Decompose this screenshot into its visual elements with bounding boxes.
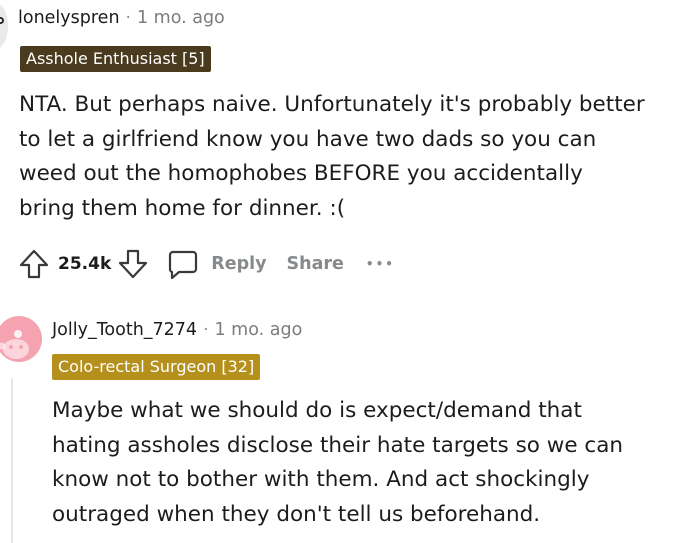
vote-count: 25.4k [58,254,112,274]
comment-bubble-icon [167,248,199,280]
comment-body-line: hating assholes disclose their hate targ… [52,432,624,458]
comment-body-line: Maybe what we should do is expect/demand… [52,398,582,423]
reply-button[interactable]: Reply [167,248,267,280]
avatar[interactable] [0,4,8,48]
comment-body-line: NTA. But perhaps naive. Unfortunately it… [19,92,645,117]
snoo-avatar-icon [0,17,4,24]
downvote-arrow-icon[interactable] [117,248,149,280]
comment-body-line: weed out the homophobes BEFORE you accid… [19,161,583,186]
comment-action-bar: 25.4k Reply Share ••• [18,246,395,282]
comment-body-line: bring them home for dinner. :( [19,195,346,221]
username-link[interactable]: Jolly_Tooth_7274 [52,320,197,340]
snoo-avatar-icon [0,330,29,359]
comment-body-line: know not to bother with them. And act sh… [52,467,590,492]
upvote-arrow-icon[interactable] [18,248,50,280]
share-button[interactable]: Share [287,254,344,274]
meta-separator: · [203,320,209,340]
comment-body-line: outraged when they don't tell us beforeh… [52,501,541,527]
comment-body-line: to let a girlfriend know you have two da… [19,126,597,152]
comment-meta: lonelyspren · 1 mo. ago [18,8,225,28]
thread-line[interactable] [11,378,13,543]
reply-label: Reply [211,254,267,274]
comment-meta: Jolly_Tooth_7274 · 1 mo. ago [52,320,302,340]
user-flair: Asshole Enthusiast [5] [20,46,211,72]
meta-separator: · [125,8,131,28]
comment-body: NTA. But perhaps naive. Unfortunately it… [19,88,645,226]
user-flair: Colo-rectal Surgeon [32] [52,354,261,380]
comment-thread: lonelyspren · 1 mo. ago Asshole Enthusia… [0,0,700,543]
comment-timestamp[interactable]: 1 mo. ago [214,320,302,340]
username-link[interactable]: lonelyspren [18,8,120,28]
comment-body: Maybe what we should do is expect/demand… [52,394,623,532]
more-options-icon[interactable]: ••• [366,257,395,271]
avatar[interactable] [0,316,42,362]
comment-timestamp[interactable]: 1 mo. ago [137,8,225,28]
